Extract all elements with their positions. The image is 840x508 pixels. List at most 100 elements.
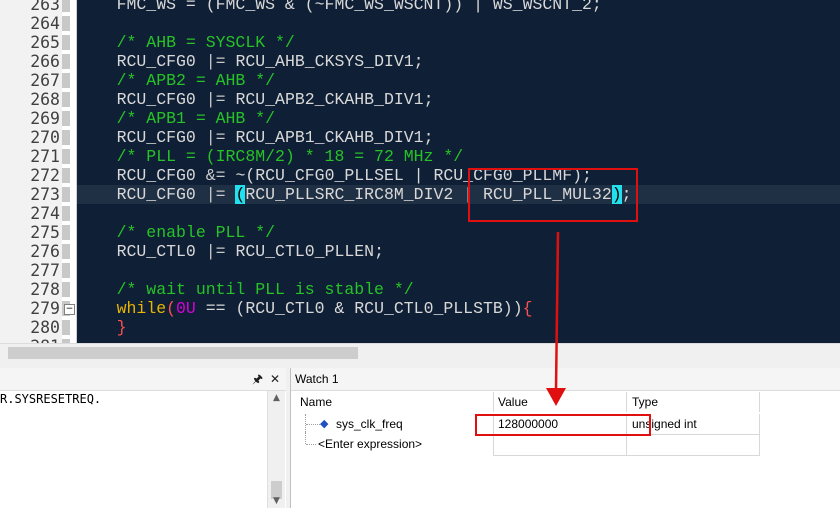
watch-header-row: Name Value Type bbox=[296, 392, 761, 412]
code-token: /* PLL = (IRC8M/2) * 18 = 72 MHz */ bbox=[77, 147, 464, 166]
code-line[interactable]: RCU_CFG0 |= RCU_AHB_CKSYS_DIV1; bbox=[77, 52, 840, 71]
code-line[interactable]: RCU_CTL0 |= RCU_CTL0_PLLEN; bbox=[77, 242, 840, 261]
code-token: 0U bbox=[176, 299, 196, 318]
column-header-value[interactable]: Value bbox=[498, 394, 528, 410]
output-text: R.SYSRESETREQ. bbox=[0, 392, 102, 406]
scroll-down-icon[interactable]: ▼ bbox=[268, 494, 285, 508]
code-token: == (RCU_CTL0 & RCU_CTL0_PLLSTB)) bbox=[195, 299, 523, 318]
breakpoint-slot[interactable] bbox=[62, 282, 70, 297]
code-token: /* APB1 = AHB */ bbox=[77, 109, 276, 128]
breakpoint-slot[interactable] bbox=[62, 35, 70, 50]
code-token: FMC_WS = (FMC_WS & (~FMC_WS_WSCNT)) | WS… bbox=[77, 0, 602, 14]
line-number: 271 bbox=[30, 147, 60, 166]
line-number: 280 bbox=[30, 318, 60, 337]
watch-row[interactable]: ◆ sys_clk_freq 128000000 unsigned int bbox=[296, 414, 761, 456]
code-token: |= bbox=[205, 185, 226, 204]
line-number: 277 bbox=[30, 261, 60, 280]
line-number: 267 bbox=[30, 71, 60, 90]
breakpoint-slot[interactable] bbox=[62, 187, 70, 202]
code-line[interactable] bbox=[77, 261, 840, 280]
line-number: 263 bbox=[30, 0, 60, 14]
code-token: RCU_CFG0 bbox=[77, 90, 206, 109]
line-number: 278 bbox=[30, 280, 60, 299]
line-number: 276 bbox=[30, 242, 60, 261]
code-line[interactable]: /* wait until PLL is stable */ bbox=[77, 280, 840, 299]
code-token: { bbox=[522, 299, 533, 318]
line-number: 266 bbox=[30, 52, 60, 71]
breakpoint-slot[interactable] bbox=[62, 320, 70, 335]
breakpoint-slot[interactable] bbox=[62, 225, 70, 240]
pin-icon[interactable]: 🖈 bbox=[252, 371, 263, 387]
breakpoint-slot[interactable] bbox=[62, 244, 70, 259]
breakpoint-slot[interactable] bbox=[62, 92, 70, 107]
breakpoint-slot[interactable] bbox=[62, 111, 70, 126]
editor-horizontal-scrollbar[interactable] bbox=[0, 343, 840, 362]
code-line[interactable]: /* APB1 = AHB */ bbox=[77, 109, 840, 128]
code-line[interactable]: RCU_CFG0 &= ~(RCU_CFG0_PLLSEL | RCU_CFG0… bbox=[77, 166, 840, 185]
code-line[interactable]: RCU_CFG0 |= RCU_APB1_CKAHB_DIV1; bbox=[77, 128, 840, 147]
code-line[interactable]: /* AHB = SYSCLK */ bbox=[77, 33, 840, 52]
code-token: |= bbox=[205, 52, 226, 71]
breakpoint-gutter[interactable] bbox=[62, 0, 77, 343]
column-header-type[interactable]: Type bbox=[632, 394, 658, 410]
watch-row-value[interactable]: 128000000 bbox=[498, 414, 558, 434]
panel-titlebar: Watch 1 bbox=[291, 368, 840, 391]
close-icon[interactable]: ✕ bbox=[270, 371, 280, 387]
code-line[interactable]: while(0U == (RCU_CTL0 & RCU_CTL0_PLLSTB)… bbox=[77, 299, 840, 318]
fold-toggle-icon[interactable]: − bbox=[64, 304, 75, 315]
output-panel: 🖈 ✕ R.SYSRESETREQ. ▲ ▼ bbox=[0, 368, 286, 508]
code-line[interactable]: /* PLL = (IRC8M/2) * 18 = 72 MHz */ bbox=[77, 147, 840, 166]
breakpoint-slot[interactable] bbox=[62, 54, 70, 69]
code-line[interactable]: RCU_CFG0 |= RCU_APB2_CKAHB_DIV1; bbox=[77, 90, 840, 109]
code-line-current[interactable]: RCU_CFG0 |= (RCU_PLLSRC_IRC8M_DIV2 | RCU… bbox=[77, 185, 840, 204]
panel-titlebar: 🖈 ✕ bbox=[0, 368, 286, 391]
breakpoint-slot[interactable] bbox=[62, 73, 70, 88]
code-line[interactable]: /* APB2 = AHB */ bbox=[77, 71, 840, 90]
line-number: 273 bbox=[30, 185, 60, 204]
code-line[interactable]: } bbox=[77, 318, 840, 337]
code-token: |= bbox=[205, 128, 226, 147]
code-editor[interactable]: 263 264 265 266 267 268 269 270 271 272 273 274 275 2… bbox=[0, 0, 840, 343]
code-line[interactable]: /* enable PLL */ bbox=[77, 223, 840, 242]
breakpoint-slot[interactable] bbox=[62, 149, 70, 164]
code-token: |= bbox=[205, 90, 226, 109]
output-vertical-scrollbar[interactable]: ▲ ▼ bbox=[267, 391, 285, 508]
code-token: /* AHB = SYSCLK */ bbox=[77, 33, 295, 52]
code-token: RCU_AHB_CKSYS_DIV1; bbox=[225, 52, 424, 71]
watch-row[interactable]: <Enter expression> bbox=[296, 432, 761, 454]
line-number: 275 bbox=[30, 223, 60, 242]
variable-icon: ◆ bbox=[320, 418, 329, 430]
code-line[interactable] bbox=[77, 204, 840, 223]
line-number-gutter: 263 264 265 266 267 268 269 270 271 272 273 274 275 2… bbox=[0, 0, 62, 343]
line-number: 264 bbox=[30, 14, 60, 33]
code-token: /* wait until PLL is stable */ bbox=[77, 280, 414, 299]
code-token: |= bbox=[205, 242, 226, 261]
breakpoint-slot[interactable] bbox=[62, 130, 70, 145]
code-token: ( bbox=[235, 185, 246, 204]
breakpoint-slot[interactable] bbox=[62, 16, 70, 31]
code-token: while bbox=[116, 299, 167, 318]
code-token: ~(RCU_CFG0_PLLSEL | RCU_CFG0_PLLMF); bbox=[225, 166, 592, 185]
enter-expression-field[interactable]: <Enter expression> bbox=[318, 434, 422, 454]
watch-title: Watch 1 bbox=[295, 372, 339, 386]
breakpoint-slot[interactable] bbox=[62, 0, 70, 12]
code-token: /* APB2 = AHB */ bbox=[77, 71, 276, 90]
watch-row-type: unsigned int bbox=[632, 417, 697, 431]
code-line[interactable]: FMC_WS = (FMC_WS & (~FMC_WS_WSCNT)) | WS… bbox=[77, 0, 840, 14]
code-token: RCU_CFG0 bbox=[77, 185, 206, 204]
code-area[interactable]: FMC_WS = (FMC_WS & (~FMC_WS_WSCNT)) | WS… bbox=[77, 0, 840, 343]
watch-row-name[interactable]: sys_clk_freq bbox=[336, 414, 403, 434]
line-number: 265 bbox=[30, 33, 60, 52]
scroll-up-icon[interactable]: ▲ bbox=[268, 391, 285, 405]
code-token: } bbox=[116, 318, 127, 337]
breakpoint-slot[interactable] bbox=[62, 168, 70, 183]
line-number: 270 bbox=[30, 128, 60, 147]
breakpoint-slot[interactable] bbox=[62, 263, 70, 278]
code-line[interactable] bbox=[77, 14, 840, 33]
scrollbar-thumb[interactable] bbox=[8, 347, 358, 359]
column-header-name[interactable]: Name bbox=[300, 394, 332, 410]
breakpoint-slot[interactable] bbox=[62, 206, 70, 221]
code-token: &= bbox=[205, 166, 226, 185]
